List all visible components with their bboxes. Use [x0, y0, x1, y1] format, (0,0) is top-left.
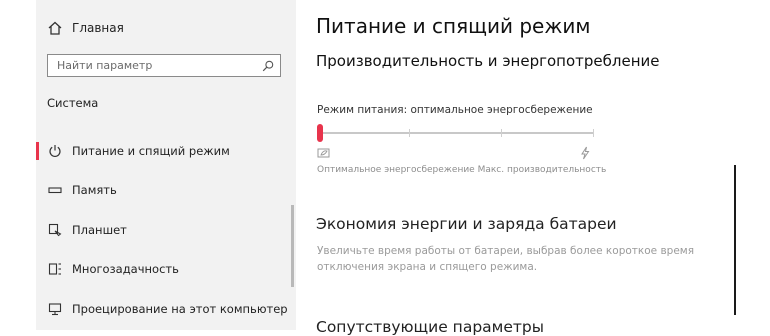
battery-saver-description: Увеличьте время работы от батареи, выбра…: [317, 245, 695, 273]
home-icon: [48, 21, 62, 35]
slider-tick: [501, 129, 502, 137]
sidebar: Главная Найти параметр Система Питание и…: [0, 0, 296, 330]
indicator-spacer: [36, 181, 39, 199]
active-indicator: [36, 142, 39, 160]
projecting-icon: [47, 301, 63, 317]
power-mode-label: Режим питания: оптимальное энергосбереже…: [317, 104, 593, 116]
lightning-icon: [581, 146, 590, 160]
sidebar-item-projecting[interactable]: Проецирование на этот компьютер: [36, 298, 291, 320]
home-label: Главная: [72, 21, 124, 35]
page-title: Питание и спящий режим: [316, 14, 591, 38]
multitasking-icon: [47, 261, 63, 277]
indicator-spacer: [36, 300, 39, 318]
sidebar-item-tablet[interactable]: Планшет: [36, 219, 291, 241]
main-content: Питание и спящий режим Производительност…: [296, 0, 770, 336]
battery-leaf-icon: [317, 148, 330, 158]
sidebar-item-label: Память: [72, 183, 117, 197]
slider-captions: Оптимальное энергосбережение Макс. произ…: [317, 165, 607, 175]
sidebar-item-storage[interactable]: Память: [36, 179, 291, 201]
content-divider: [734, 165, 736, 315]
search-input[interactable]: Найти параметр: [47, 54, 281, 77]
indicator-spacer: [36, 221, 39, 239]
slider-tick: [409, 129, 410, 137]
sidebar-item-label: Питание и спящий режим: [72, 144, 230, 158]
related-settings-title: Сопутствующие параметры: [316, 318, 544, 336]
sidebar-item-power-sleep[interactable]: Питание и спящий режим: [36, 140, 291, 162]
performance-section-title: Производительность и энергопотребление: [316, 52, 660, 70]
power-mode-slider[interactable]: [317, 132, 594, 134]
section-title-system: Система: [47, 96, 99, 110]
indicator-spacer: [36, 260, 39, 278]
sidebar-item-label: Проецирование на этот компьютер: [72, 302, 288, 316]
sidebar-scrollbar[interactable]: [291, 205, 294, 287]
search-icon: [262, 60, 274, 71]
sidebar-item-label: Многозадачность: [72, 262, 179, 276]
slider-tick: [593, 129, 594, 137]
sidebar-item-multitasking[interactable]: Многозадачность: [36, 258, 291, 280]
search-placeholder: Найти параметр: [57, 59, 153, 72]
storage-icon: [47, 182, 63, 198]
slider-thumb[interactable]: [317, 124, 323, 142]
window-edge: [0, 0, 36, 330]
tablet-icon: [47, 222, 63, 238]
power-icon: [47, 143, 63, 159]
battery-saver-title: Экономия энергии и заряда батареи: [316, 215, 617, 233]
home-link[interactable]: Главная: [47, 18, 124, 38]
sidebar-item-label: Планшет: [72, 223, 127, 237]
